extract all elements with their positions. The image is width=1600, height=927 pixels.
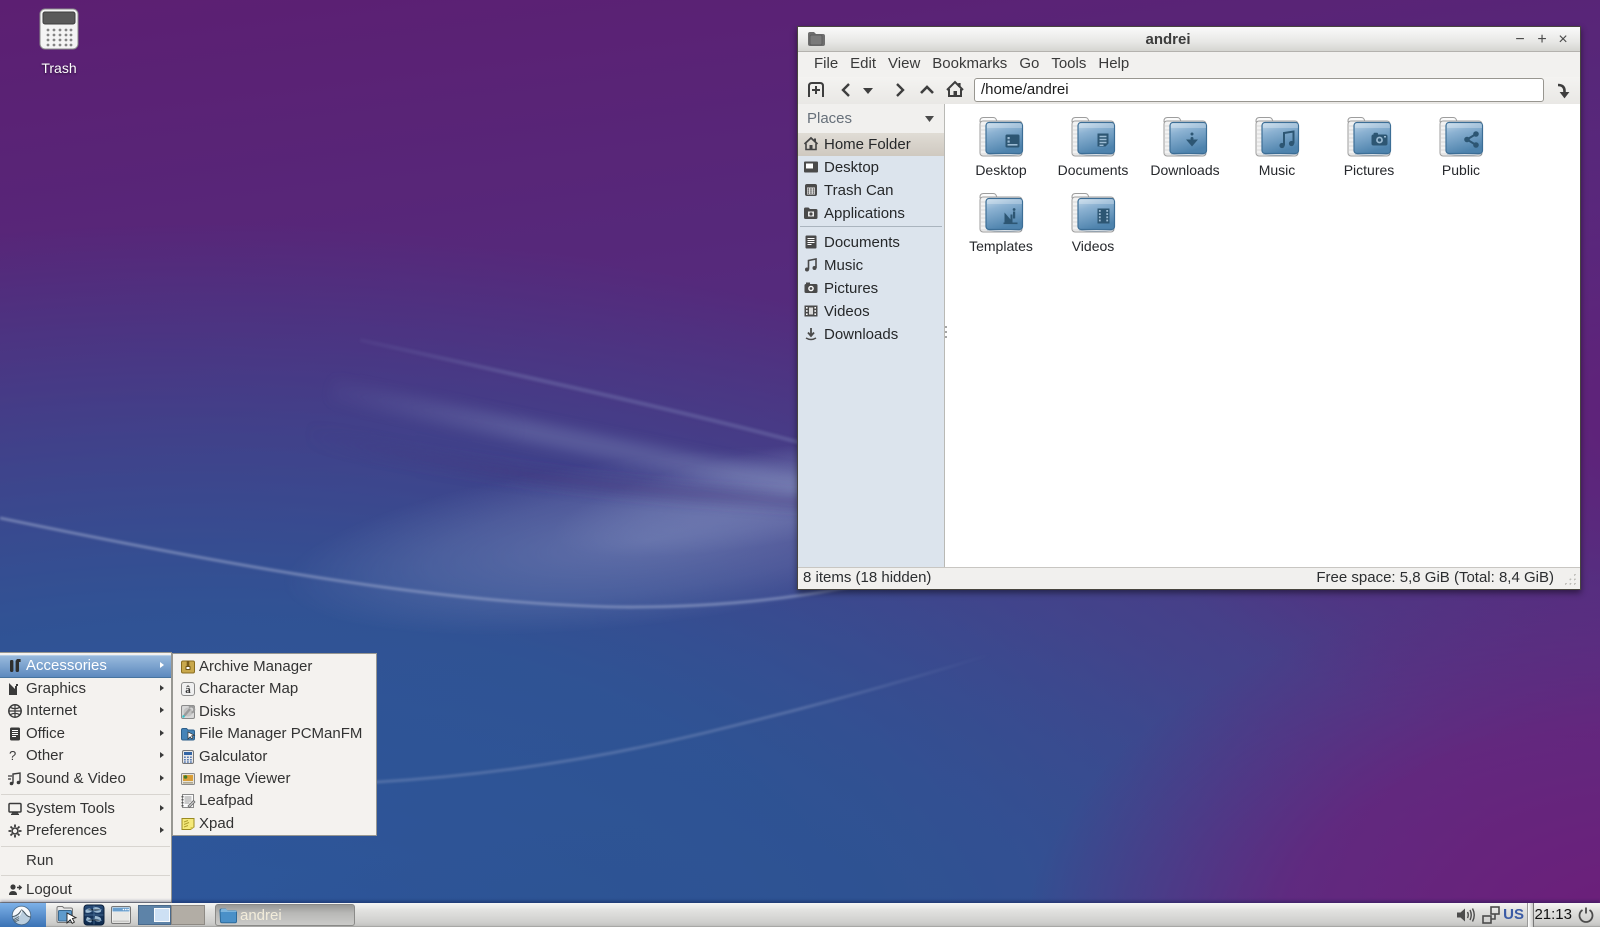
svg-text:â: â — [185, 684, 191, 696]
